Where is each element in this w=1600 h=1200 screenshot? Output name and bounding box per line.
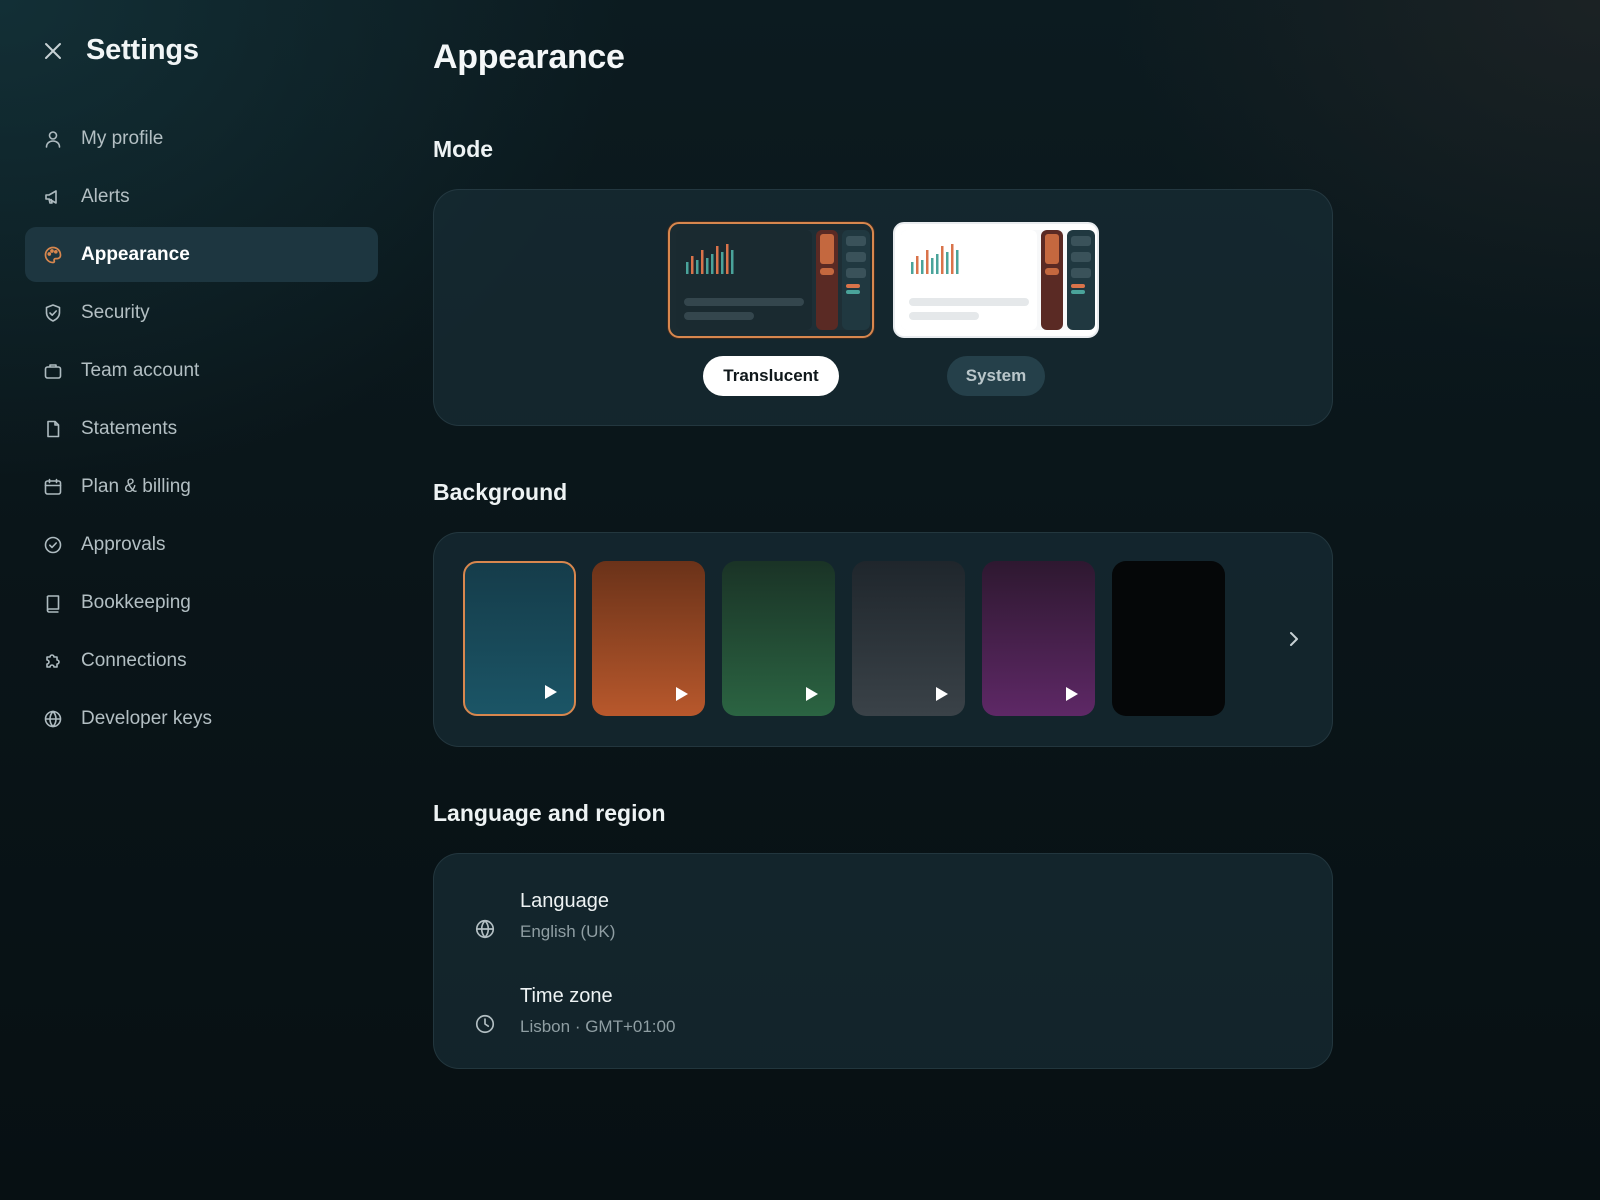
play-icon — [545, 685, 557, 699]
megaphone-icon — [42, 186, 64, 208]
sidebar-item-label: Bookkeeping — [81, 591, 191, 613]
sidebar-item-label: Appearance — [81, 243, 190, 265]
sidebar-item-statements[interactable]: Statements — [25, 401, 378, 456]
shield-check-icon — [42, 302, 64, 324]
sidebar-item-connections[interactable]: Connections — [25, 633, 378, 688]
settings-sidebar: Settings My profile Alerts Appearance Se… — [0, 0, 400, 1200]
sidebar-item-label: Developer keys — [81, 707, 212, 729]
sidebar-item-bookkeeping[interactable]: Bookkeeping — [25, 575, 378, 630]
palette-icon — [42, 244, 64, 266]
sidebar-title: Settings — [86, 34, 199, 66]
globe-icon — [42, 708, 64, 730]
close-button[interactable] — [40, 38, 66, 64]
sidebar-item-plan-billing[interactable]: Plan & billing — [25, 459, 378, 514]
settings-nav: My profile Alerts Appearance Security Te… — [25, 111, 378, 749]
document-icon — [42, 418, 64, 440]
mode-option-system[interactable]: System — [893, 222, 1099, 396]
sidebar-item-label: Security — [81, 301, 150, 323]
user-icon — [42, 128, 64, 150]
sidebar-item-alerts[interactable]: Alerts — [25, 169, 378, 224]
background-swatch-orange[interactable] — [592, 561, 705, 716]
background-swatch-green[interactable] — [722, 561, 835, 716]
translucent-button[interactable]: Translucent — [703, 356, 839, 396]
language-row[interactable]: Language English (UK) — [474, 888, 1294, 960]
sidebar-item-developer-keys[interactable]: Developer keys — [25, 691, 378, 746]
sidebar-item-label: Team account — [81, 359, 200, 381]
play-icon — [676, 687, 688, 701]
mini-chart-icon — [686, 244, 734, 274]
background-swatch-teal[interactable] — [463, 561, 576, 716]
play-icon — [936, 687, 948, 701]
sidebar-item-approvals[interactable]: Approvals — [25, 517, 378, 572]
sidebar-item-label: Statements — [81, 417, 178, 439]
play-icon — [806, 687, 818, 701]
language-region-card: Language English (UK) Time zone Lisbon ·… — [433, 853, 1333, 1069]
sidebar-item-label: Approvals — [81, 533, 166, 555]
background-swatch-black[interactable] — [1112, 561, 1225, 716]
sidebar-item-label: My profile — [81, 127, 164, 149]
sidebar-item-security[interactable]: Security — [25, 285, 378, 340]
globe-icon — [474, 918, 496, 940]
background-swatch-slate[interactable] — [852, 561, 965, 716]
time-zone-label: Time zone — [520, 985, 613, 1007]
sidebar-item-label: Connections — [81, 649, 187, 671]
translucent-preview[interactable] — [668, 222, 874, 338]
system-preview[interactable] — [893, 222, 1099, 338]
play-icon — [1066, 687, 1078, 701]
language-region-heading: Language and region — [433, 800, 666, 826]
next-backgrounds-button[interactable] — [1280, 625, 1308, 653]
chevron-right-icon — [1290, 632, 1298, 646]
background-heading: Background — [433, 479, 568, 505]
page-title: Appearance — [433, 38, 625, 76]
mode-option-translucent[interactable]: Translucent — [668, 222, 874, 396]
clock-icon — [474, 1013, 496, 1035]
check-circle-icon — [42, 534, 64, 556]
sidebar-item-label: Alerts — [81, 185, 130, 207]
time-zone-value: Lisbon · GMT+01:00 — [520, 1017, 676, 1036]
sidebar-header: Settings — [40, 34, 199, 67]
language-value: English (UK) — [520, 922, 616, 941]
sidebar-item-label: Plan & billing — [81, 475, 191, 497]
language-label: Language — [520, 890, 609, 912]
sidebar-item-my-profile[interactable]: My profile — [25, 111, 378, 166]
background-card — [433, 532, 1333, 747]
close-icon — [45, 42, 61, 59]
sidebar-item-team-account[interactable]: Team account — [25, 343, 378, 398]
mode-card: Translucent System — [433, 189, 1333, 426]
puzzle-icon — [42, 650, 64, 672]
mode-heading: Mode — [433, 136, 494, 162]
background-swatch-purple[interactable] — [982, 561, 1095, 716]
sidebar-item-appearance[interactable]: Appearance — [25, 227, 378, 282]
time-zone-row[interactable]: Time zone Lisbon · GMT+01:00 — [474, 983, 1294, 1055]
calendar-icon — [42, 476, 64, 498]
system-button[interactable]: System — [947, 356, 1045, 396]
mini-chart-icon — [911, 244, 959, 274]
book-icon — [42, 592, 64, 614]
briefcase-icon — [42, 360, 64, 382]
